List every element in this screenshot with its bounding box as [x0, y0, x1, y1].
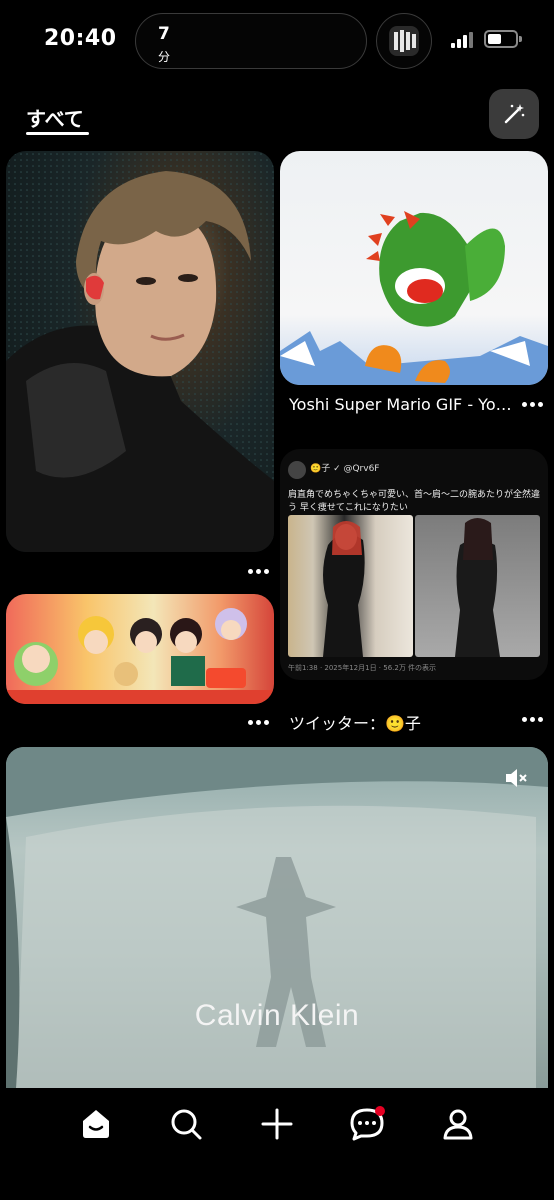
nav-messages-button[interactable] — [343, 1100, 391, 1148]
pin-anime-more-icon[interactable] — [248, 720, 269, 725]
pin-tweet-more-icon[interactable] — [522, 717, 543, 722]
status-time: 20:40 — [44, 26, 117, 51]
pin-yoshi-more-icon[interactable] — [522, 402, 543, 407]
notification-dot — [375, 1106, 385, 1116]
tweet-text: 肩直角でめちゃくちゃ可愛い、首〜肩〜二の腕あたりが全然違う 早く痩せてこれになり… — [288, 490, 541, 513]
battery-icon — [484, 30, 522, 48]
dynamic-island[interactable]: 7 分 — [135, 13, 367, 69]
nav-create-button[interactable] — [253, 1100, 301, 1148]
tweet-meta: 午前1:38 · 2025年12月1日 · 56.2万 件の表示 — [288, 664, 437, 672]
portrait-illustration — [6, 151, 274, 552]
nav-search-button[interactable] — [162, 1100, 210, 1148]
nav-home-button[interactable] — [72, 1100, 120, 1148]
pin-yoshi-caption[interactable]: Yoshi Super Mario GIF - Yo… — [289, 395, 521, 414]
signal-icon — [451, 32, 475, 48]
yoshi-illustration — [280, 211, 548, 385]
app-icon — [389, 26, 419, 56]
plus-icon — [261, 1108, 293, 1140]
mute-icon[interactable] — [504, 767, 530, 793]
bottom-navigation — [0, 1088, 554, 1200]
tweet-photo-left — [288, 515, 413, 657]
magic-wand-icon — [504, 104, 525, 124]
tweet-avatar — [288, 461, 306, 479]
search-icon — [171, 1109, 202, 1140]
tweet-photo-right — [415, 515, 540, 657]
island-timer-unit: 分 — [158, 50, 171, 64]
tab-all[interactable]: すべて — [26, 103, 84, 132]
profile-icon — [443, 1109, 473, 1140]
pin-anime-image[interactable] — [6, 594, 274, 704]
pin-tweet-image[interactable]: 🙂子 ✓ @Qrv6F 肩直角でめちゃくちゃ可愛い、首〜肩〜二の腕あたりが全然違… — [280, 449, 548, 680]
pin-portrait-more-icon[interactable] — [248, 569, 269, 574]
island-timer-value: 7 — [158, 24, 170, 44]
nav-profile-button[interactable] — [434, 1100, 482, 1148]
video-frame-illustration — [6, 747, 548, 1088]
anime-illustration — [6, 608, 274, 704]
magic-wand-button[interactable] — [489, 89, 539, 139]
video-brand-logo: Calvin Klein — [194, 999, 360, 1032]
island-app[interactable] — [376, 13, 432, 69]
pin-video[interactable]: Calvin Klein — [6, 747, 548, 1088]
pin-tweet-caption[interactable]: ツイッター：🙂子 — [289, 710, 509, 734]
tab-underline — [26, 132, 89, 135]
pin-yoshi-image[interactable] — [280, 151, 548, 385]
tweet-handle: 🙂子 ✓ @Qrv6F — [310, 464, 380, 474]
home-icon — [83, 1110, 109, 1138]
pin-portrait-image[interactable] — [6, 151, 274, 552]
